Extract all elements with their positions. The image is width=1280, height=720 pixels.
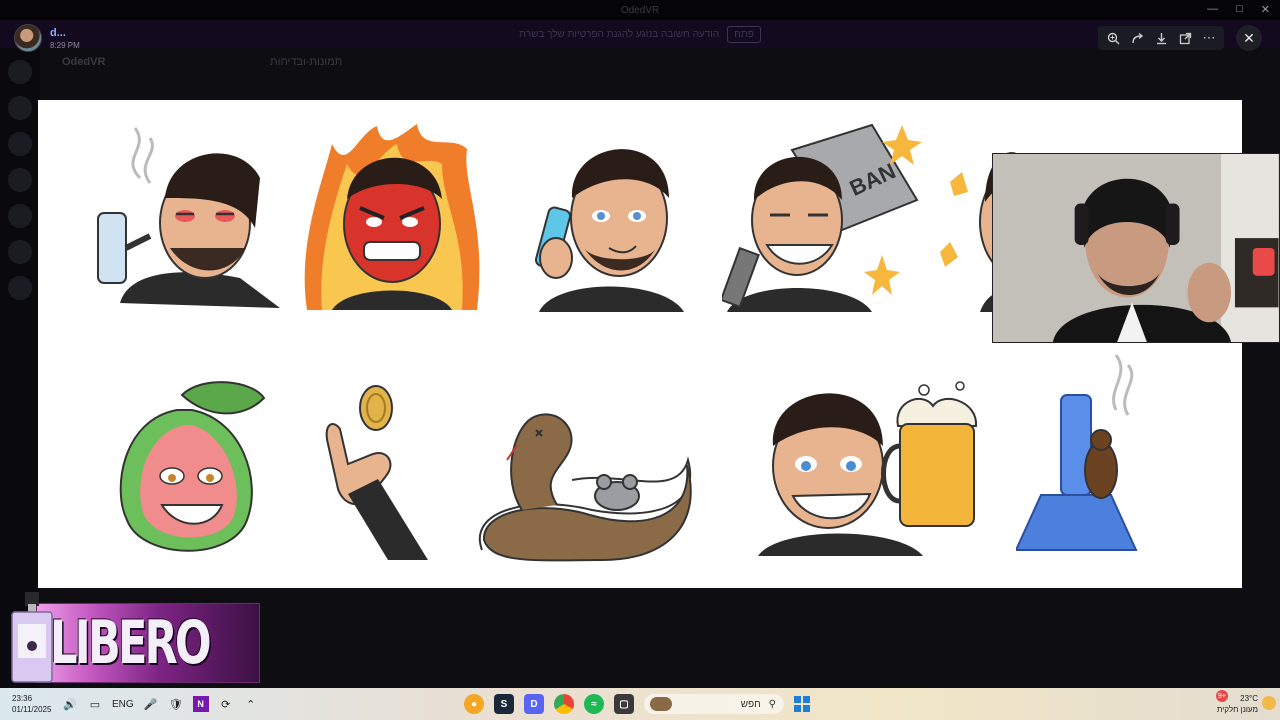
app-icon[interactable]: ● bbox=[464, 694, 484, 714]
clock-date: 01/11/2025 bbox=[12, 705, 52, 714]
server-icon[interactable] bbox=[8, 276, 32, 300]
clock-time: 23:36 bbox=[12, 694, 33, 703]
sticker-beer bbox=[748, 376, 994, 556]
more-icon[interactable]: ⋯ bbox=[1198, 27, 1220, 49]
taskbar-clock[interactable]: 23:36 01/11/2025 bbox=[12, 693, 51, 715]
search-box[interactable]: חפש ⚲ bbox=[644, 694, 784, 714]
server-icon[interactable] bbox=[8, 132, 32, 156]
screen: OdedVR — □ ✕ הודעה חשובה בנוגע להגנת הפר… bbox=[0, 0, 1280, 720]
window-close-icon[interactable]: ✕ bbox=[1261, 3, 1270, 16]
spotify-icon[interactable]: ≈ bbox=[584, 694, 604, 714]
weather-temperature: 23°C bbox=[1240, 694, 1258, 703]
avatar bbox=[14, 24, 42, 52]
weather-icon bbox=[1262, 696, 1276, 710]
viewer-toolbar: ⋯ bbox=[1098, 26, 1224, 50]
window-title: OdedVR bbox=[620, 4, 660, 16]
download-icon[interactable] bbox=[1150, 27, 1172, 49]
weather-widget[interactable]: 23°C מעונן חלקית bbox=[1217, 693, 1258, 715]
server-icon[interactable] bbox=[8, 96, 32, 120]
perfume-ad: LIBERO bbox=[6, 588, 260, 684]
channel-name: תמונות-ובדיחות bbox=[270, 56, 343, 68]
minimize-icon[interactable]: — bbox=[1207, 3, 1218, 16]
sticker-snake-mouse bbox=[472, 400, 698, 562]
sticker-bong-cockroach bbox=[1016, 350, 1156, 560]
search-highlight-icon bbox=[650, 697, 672, 711]
viewer-author: d... 8:29 PM bbox=[14, 24, 80, 52]
sticker-ban-hammer: BAN bbox=[722, 120, 928, 312]
server-icon[interactable] bbox=[8, 168, 32, 192]
search-placeholder: חפש bbox=[740, 698, 761, 710]
forward-icon[interactable] bbox=[1126, 27, 1148, 49]
taskbar-apps: ● S D ≈ ▢ bbox=[464, 694, 634, 714]
open-external-icon[interactable] bbox=[1174, 27, 1196, 49]
server-icon[interactable] bbox=[8, 204, 32, 228]
discord-icon[interactable]: D bbox=[524, 694, 544, 714]
chevron-up-icon[interactable]: ⌃ bbox=[243, 696, 259, 712]
chrome-icon[interactable] bbox=[554, 694, 574, 714]
server-name[interactable]: OdedVR bbox=[62, 56, 105, 68]
steam-icon[interactable]: S bbox=[494, 694, 514, 714]
security-icon[interactable]: 🛡 bbox=[168, 696, 184, 712]
volume-icon[interactable]: 🔊 bbox=[62, 696, 78, 712]
perfume-bottle-icon bbox=[8, 588, 56, 684]
server-icon[interactable] bbox=[8, 240, 32, 264]
close-icon[interactable]: ✕ bbox=[1236, 25, 1262, 51]
sync-icon[interactable]: ⟳ bbox=[218, 696, 234, 712]
start-icon[interactable] bbox=[794, 696, 810, 712]
window-controls[interactable]: — □ ✕ bbox=[1207, 3, 1270, 16]
ad-brand: LIBERO bbox=[50, 608, 212, 678]
webcam-overlay bbox=[992, 153, 1280, 343]
sticker-coin-flip bbox=[318, 384, 434, 560]
notice-text: הודעה חשובה בנוגע להגנת הפרטיות שלך בשרת bbox=[519, 28, 720, 40]
zoom-in-icon[interactable] bbox=[1102, 27, 1124, 49]
author-name[interactable]: d... bbox=[50, 27, 80, 39]
language-indicator[interactable]: ENG bbox=[112, 699, 134, 710]
window-titlebar: OdedVR — □ ✕ bbox=[0, 0, 1280, 20]
sticker-smoking-bong bbox=[90, 118, 280, 308]
search-icon: ⚲ bbox=[768, 698, 776, 710]
notice-button[interactable]: פתח bbox=[727, 25, 761, 43]
message-time: 8:29 PM bbox=[50, 40, 80, 50]
sticker-rage-fire bbox=[302, 124, 482, 310]
onenote-icon[interactable]: N bbox=[192, 696, 209, 712]
taskbar: 23:36 01/11/2025 🔊 ▭ ENG 🎤 🛡 N ⟳ ⌃ ● S D… bbox=[0, 688, 1280, 720]
network-icon[interactable]: ▭ bbox=[87, 696, 103, 712]
file-explorer-icon[interactable]: ▢ bbox=[614, 694, 634, 714]
maximize-icon[interactable]: □ bbox=[1236, 3, 1243, 16]
sticker-guava bbox=[112, 380, 268, 560]
server-icon[interactable] bbox=[8, 60, 32, 84]
microphone-icon[interactable]: 🎤 bbox=[143, 696, 159, 712]
notice-bar: הודעה חשובה בנוגע להגנת הפרטיות שלך בשרת… bbox=[0, 20, 1280, 48]
system-tray: 🔊 ▭ ENG 🎤 🛡 N ⟳ ⌃ bbox=[62, 696, 259, 712]
weather-description: מעונן חלקית bbox=[1216, 705, 1258, 714]
sticker-phone-call bbox=[524, 128, 694, 312]
